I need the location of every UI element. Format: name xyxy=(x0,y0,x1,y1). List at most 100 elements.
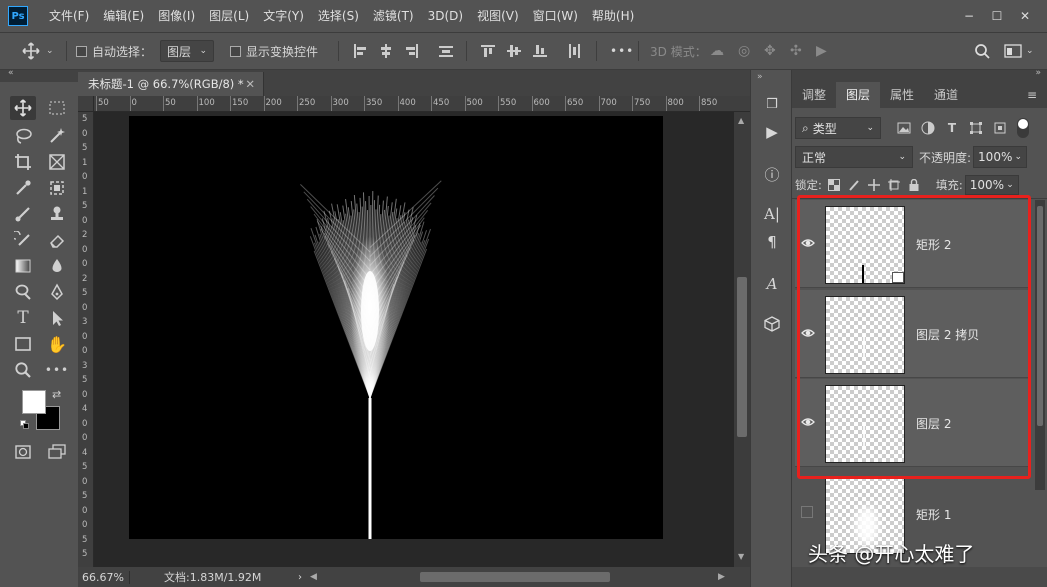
stamp-tool[interactable] xyxy=(44,202,70,226)
3d-pan-icon[interactable]: ✥ xyxy=(764,33,776,69)
menu-window[interactable]: 窗口(W) xyxy=(526,0,585,32)
pen-tool[interactable] xyxy=(44,280,70,304)
auto-select-checkbox[interactable]: 自动选择： xyxy=(76,33,152,69)
menu-type[interactable]: 文字(Y) xyxy=(256,0,311,32)
show-transform-checkbox[interactable]: 显示变换控件 xyxy=(230,33,318,69)
move-tool[interactable] xyxy=(10,96,36,120)
3d-slide-icon[interactable]: ✣ xyxy=(790,33,802,69)
character-panel-icon[interactable]: A| xyxy=(760,202,784,226)
align-right-button[interactable] xyxy=(404,33,420,69)
shape-filter-icon[interactable] xyxy=(967,121,985,135)
vertical-scrollbar[interactable]: ▲ ▼ xyxy=(734,112,750,567)
scroll-left-icon[interactable]: ◀ xyxy=(310,572,320,582)
history-panel-icon[interactable]: ❒ xyxy=(760,92,784,116)
tab-layers[interactable]: 图层 xyxy=(836,82,881,108)
visibility-eye-icon[interactable] xyxy=(801,415,815,429)
image-filter-icon[interactable] xyxy=(895,122,913,134)
lock-transparency-icon[interactable] xyxy=(827,179,840,191)
minimize-button[interactable]: − xyxy=(955,6,983,26)
collapse-icon[interactable]: « xyxy=(8,68,14,78)
crop-tool[interactable] xyxy=(10,150,36,174)
maximize-button[interactable]: ☐ xyxy=(983,6,1011,26)
frame-tool[interactable] xyxy=(44,150,70,174)
visibility-eye-icon[interactable] xyxy=(801,326,815,340)
layer-row[interactable]: 图层 2 拷贝 xyxy=(795,290,1031,378)
default-colors-icon[interactable] xyxy=(20,420,30,430)
object-select-tool[interactable] xyxy=(44,176,70,200)
adjustment-filter-icon[interactable] xyxy=(919,121,937,135)
align-hcenter-button[interactable] xyxy=(378,33,394,69)
quick-select-tool[interactable] xyxy=(44,124,70,148)
smart-object-filter-icon[interactable] xyxy=(991,121,1009,135)
layer-row[interactable]: 矩形 2 xyxy=(795,200,1031,288)
auto-select-dropdown[interactable]: 图层 ⌄ xyxy=(160,33,214,69)
layer-filter-dropdown[interactable]: ⌕ 类型 ⌄ xyxy=(795,117,881,139)
3d-panel-icon[interactable] xyxy=(760,312,784,336)
foreground-color-swatch[interactable] xyxy=(22,390,46,414)
layer-row[interactable]: 图层 2 xyxy=(795,379,1031,467)
3d-orbit-icon[interactable]: ☁ xyxy=(710,33,724,69)
3d-camera-icon[interactable]: ▶ xyxy=(816,33,827,69)
lock-all-icon[interactable] xyxy=(908,179,920,191)
layers-scrollbar[interactable] xyxy=(1035,200,1045,490)
distribute-v-button[interactable] xyxy=(566,33,582,69)
menu-select[interactable]: 选择(S) xyxy=(311,0,366,32)
scroll-down-icon[interactable]: ▼ xyxy=(738,552,744,561)
menu-edit[interactable]: 编辑(E) xyxy=(96,0,151,32)
panel-menu-icon[interactable]: ≡ xyxy=(1027,82,1037,108)
status-arrow-icon[interactable]: › xyxy=(298,572,302,583)
lock-position-icon[interactable] xyxy=(867,179,880,191)
more-options-button[interactable]: ••• xyxy=(610,33,634,69)
menu-filter[interactable]: 滤镜(T) xyxy=(366,0,421,32)
type-filter-icon[interactable]: T xyxy=(943,121,961,135)
collapse-icon[interactable]: » xyxy=(757,72,763,82)
lasso-tool[interactable] xyxy=(10,124,36,148)
workspace-button[interactable]: ⌄ xyxy=(1004,33,1034,69)
marquee-tool[interactable] xyxy=(44,96,70,120)
dodge-tool[interactable] xyxy=(10,280,36,304)
menu-image[interactable]: 图像(I) xyxy=(151,0,202,32)
path-select-tool[interactable] xyxy=(44,306,70,330)
visibility-eye-icon[interactable] xyxy=(801,236,815,250)
close-tab-icon[interactable]: ✕ xyxy=(245,77,255,91)
paragraph-panel-icon[interactable]: ¶ xyxy=(760,230,784,254)
3d-roll-icon[interactable]: ◎ xyxy=(738,33,750,69)
align-bottom-button[interactable] xyxy=(532,33,548,69)
actions-panel-icon[interactable]: ▶ xyxy=(760,120,784,144)
quick-mask-button[interactable] xyxy=(10,440,36,464)
blur-tool[interactable] xyxy=(44,254,70,278)
opacity-input[interactable]: 100% ⌄ xyxy=(973,146,1028,168)
zoom-level[interactable]: 66.67% xyxy=(78,570,130,584)
distribute-button[interactable] xyxy=(438,33,454,69)
zoom-tool[interactable] xyxy=(10,358,36,382)
align-top-button[interactable] xyxy=(480,33,496,69)
history-brush-tool[interactable] xyxy=(10,228,36,252)
rectangle-tool[interactable] xyxy=(10,332,36,356)
fill-input[interactable]: 100% ⌄ xyxy=(964,175,1019,195)
blend-mode-dropdown[interactable]: 正常 ⌄ xyxy=(795,146,913,168)
menu-3d[interactable]: 3D(D) xyxy=(421,0,470,32)
gradient-tool[interactable] xyxy=(10,254,36,278)
ruler-origin[interactable] xyxy=(78,96,94,112)
glyphs-panel-icon[interactable]: A xyxy=(760,272,784,296)
more-tools-button[interactable]: ••• xyxy=(44,358,70,382)
eraser-tool[interactable] xyxy=(44,228,70,252)
tab-adjustments[interactable]: 调整 xyxy=(792,82,836,108)
menu-view[interactable]: 视图(V) xyxy=(470,0,526,32)
close-button[interactable]: ✕ xyxy=(1011,6,1039,26)
visibility-toggle-empty[interactable] xyxy=(801,506,813,518)
scroll-thumb[interactable] xyxy=(737,277,747,437)
tab-properties[interactable]: 属性 xyxy=(880,82,924,108)
collapse-icon[interactable]: » xyxy=(1035,68,1041,78)
brush-tool[interactable] xyxy=(10,202,36,226)
align-left-button[interactable] xyxy=(352,33,368,69)
canvas[interactable] xyxy=(129,116,663,539)
menu-layer[interactable]: 图层(L) xyxy=(202,0,256,32)
horizontal-scroll-thumb[interactable] xyxy=(420,572,610,582)
screen-mode-button[interactable] xyxy=(44,440,70,464)
scroll-right-icon[interactable]: ▶ xyxy=(718,572,725,582)
move-tool-preset[interactable]: ⌄ xyxy=(22,33,54,69)
lock-artboard-icon[interactable] xyxy=(887,179,900,191)
menu-file[interactable]: 文件(F) xyxy=(42,0,96,32)
align-vcenter-button[interactable] xyxy=(506,33,522,69)
